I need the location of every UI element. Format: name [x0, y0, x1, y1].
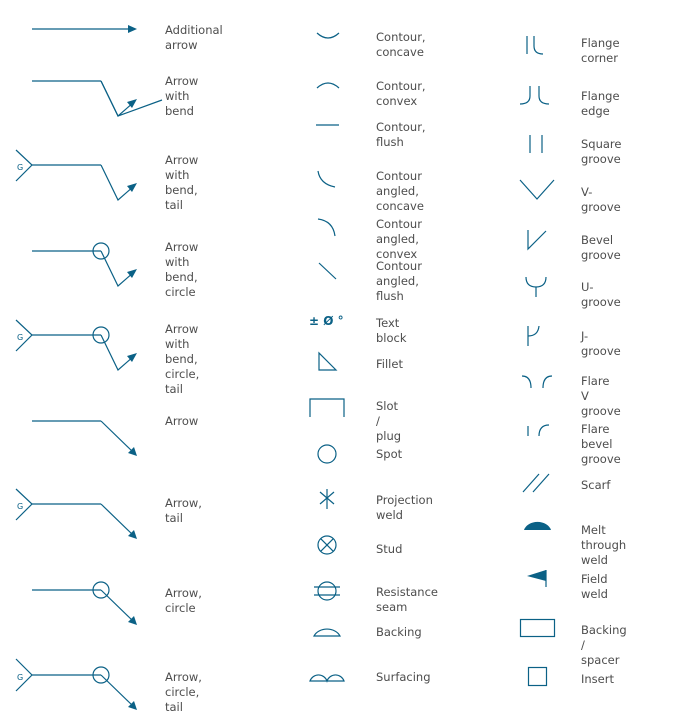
slot-plug-icon [309, 398, 345, 417]
contour-convex-icon [316, 82, 340, 89]
label-resistance-seam: Resistance seam [376, 585, 438, 614]
backing-icon [313, 628, 341, 637]
j-groove-icon [527, 325, 540, 346]
label-insert: Insert [581, 672, 614, 686]
label-arrow-tail: Arrow, tail [165, 496, 202, 525]
label-arrow-with-bend-tail: Arrow with bend, tail [165, 153, 199, 212]
label-square-groove: Square groove [581, 137, 622, 166]
label-arrow-with-bend-circle: Arrow with bend, circle [165, 240, 199, 299]
surfacing-icon [309, 674, 345, 683]
label-contour-angled-convex: Contour angled, convex [376, 217, 422, 261]
arrow-circle-icon [32, 581, 137, 625]
tail-letter: G [17, 673, 23, 682]
label-v-groove: V-groove [581, 185, 621, 214]
text-block-symbols: ± Ø ° [309, 314, 344, 328]
projection-weld-icon [319, 489, 335, 509]
arrow-with-bend-circle-icon [32, 242, 137, 287]
label-u-groove: U-groove [581, 280, 621, 309]
u-groove-icon [525, 276, 547, 297]
arrow-tail-icon: G [15, 488, 137, 539]
label-backing: Backing [376, 625, 422, 639]
bevel-groove-icon [527, 230, 547, 251]
additional-arrow-icon [32, 25, 137, 33]
square-groove-icon [529, 135, 543, 153]
label-backing-spacer: Backing / spacer [581, 623, 627, 667]
label-flare-v-groove: Flare V groove [581, 374, 621, 418]
label-field-weld: Field weld [581, 572, 608, 601]
label-spot: Spot [376, 447, 403, 461]
v-groove-icon [519, 179, 555, 200]
label-scarf: Scarf [581, 478, 611, 492]
label-additional-arrow: Additional arrow [165, 23, 223, 52]
flare-v-groove-icon [521, 375, 553, 389]
text-block-icon: ± Ø ° [309, 314, 344, 328]
stud-icon [317, 535, 337, 555]
scarf-icon [522, 473, 550, 493]
flare-bevel-groove-icon [527, 424, 550, 437]
label-contour-angled-concave: Contour angled, concave [376, 169, 424, 213]
label-stud: Stud [376, 542, 403, 556]
label-surfacing: Surfacing [376, 670, 431, 684]
label-arrow-circle-tail: Arrow, circle, tail [165, 670, 202, 714]
label-contour-convex: Contour, convex [376, 79, 426, 108]
tail-letter: G [17, 163, 23, 172]
label-text-block: Text block [376, 316, 407, 345]
spot-icon [317, 444, 337, 464]
arrow-with-bend-icon [32, 80, 163, 117]
label-arrow: Arrow [165, 414, 199, 428]
tail-letter: G [17, 502, 23, 511]
label-flange-corner: Flange corner [581, 36, 620, 65]
arrow-circle-tail-icon: G [15, 658, 137, 710]
label-arrow-with-bend: Arrow with bend [165, 74, 199, 118]
label-contour-concave: Contour, concave [376, 30, 426, 59]
label-melt-through-weld: Melt through weld [581, 523, 627, 567]
label-j-groove: J-groove [581, 329, 621, 358]
contour-angled-flush-icon [318, 262, 337, 280]
fillet-icon [318, 351, 338, 371]
label-arrow-with-bend-circle-tail: Arrow with bend, circle, tail [165, 322, 200, 396]
insert-icon [527, 666, 548, 687]
label-fillet: Fillet [376, 357, 403, 371]
label-contour-flush: Contour, flush [376, 120, 426, 149]
melt-through-weld-icon [524, 521, 551, 530]
arrow-icon [32, 420, 137, 456]
resistance-seam-icon [314, 581, 340, 601]
contour-flush-icon [316, 124, 339, 126]
backing-spacer-icon [519, 618, 556, 638]
label-arrow-circle: Arrow, circle [165, 586, 202, 615]
label-contour-angled-flush: Contour angled, flush [376, 259, 422, 303]
contour-angled-convex-icon [317, 218, 336, 237]
arrow-with-bend-circle-tail-icon: G [15, 319, 137, 371]
label-projection-weld: Projection weld [376, 493, 433, 522]
field-weld-icon [527, 570, 547, 587]
label-bevel-groove: Bevel groove [581, 233, 621, 262]
flange-edge-icon [519, 86, 550, 105]
contour-angled-concave-icon [317, 170, 336, 188]
contour-concave-icon [316, 32, 340, 39]
label-slot-plug: Slot / plug [376, 399, 402, 443]
label-flare-bevel-groove: Flare bevel groove [581, 422, 621, 466]
flange-corner-icon [526, 36, 544, 55]
tail-letter: G [17, 333, 23, 342]
label-flange-edge: Flange edge [581, 89, 620, 118]
arrow-with-bend-tail-icon: G [15, 149, 137, 201]
